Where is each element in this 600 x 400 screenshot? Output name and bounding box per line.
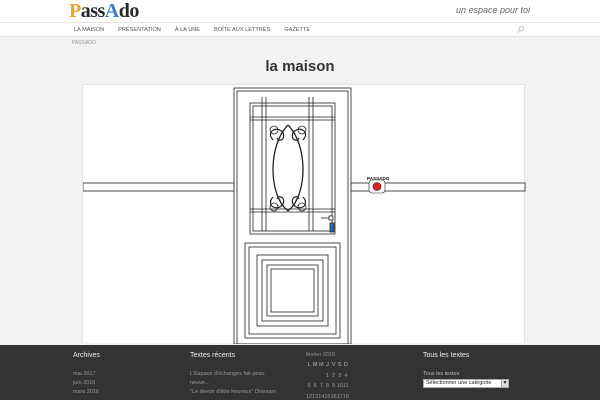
- recent-post-link[interactable]: L'Espace d'échanges fait peau: [190, 371, 265, 377]
- site-header: PassAdo un espace pour toi: [0, 0, 600, 22]
- logo-letter-a: A: [104, 0, 119, 22]
- category-select[interactable]: Sélectionner une catégorie ▼: [423, 379, 509, 388]
- calendar-week-row: 12 13 14 15 16 17 18: [306, 392, 349, 400]
- calendar-day: 11: [342, 383, 349, 390]
- calendar-caption: février 2018: [306, 352, 336, 358]
- archive-link[interactable]: mars 2016: [73, 389, 99, 395]
- calendar-header-row: L M M J V S D: [306, 360, 349, 371]
- calendar-week-row: 5 6 7 8 9 10 11: [306, 381, 349, 392]
- archives-title: Archives: [73, 352, 100, 359]
- calendar-day: 18: [342, 393, 349, 400]
- site-tagline: un espace pour toi: [455, 5, 530, 15]
- calendar-table: L M M J V S D 1 2 3 4 5 6 7 8 9 10 11 12…: [306, 360, 349, 400]
- logo-text-ass: ass: [80, 0, 106, 22]
- recent-post-link[interactable]: neuve…: [190, 380, 211, 386]
- site-footer: Archives mai 2017 juin 2016 mars 2016 Te…: [0, 345, 600, 400]
- breadcrumb[interactable]: PASSADO: [72, 40, 96, 46]
- doorbell-button: [368, 179, 386, 194]
- calendar-week-row: 1 2 3 4: [306, 371, 349, 382]
- chevron-down-icon: ▼: [501, 380, 508, 387]
- nav-menu: LA MAISON PRÉSENTATION À LA UNE BOÎTE AU…: [67, 23, 317, 37]
- archive-link[interactable]: juin 2016: [73, 380, 95, 386]
- house-illustration: PASSADO: [82, 84, 526, 344]
- site-logo[interactable]: PassAdo: [69, 0, 139, 22]
- logo-text-do: do: [118, 0, 140, 22]
- nav-item-boite-aux-lettres[interactable]: BOÎTE AUX LETTRES: [207, 23, 277, 37]
- categories-title: Tous les textes: [423, 352, 470, 359]
- categories-label: Tous les textes: [423, 371, 460, 377]
- nav-item-presentation[interactable]: PRÉSENTATION: [111, 23, 168, 37]
- door-frame: [233, 87, 352, 344]
- page-title: la maison: [265, 58, 335, 75]
- calendar-day-header: D: [343, 362, 348, 369]
- nav-item-gazette[interactable]: GAZETTE: [277, 23, 317, 37]
- door-drawing: [83, 87, 526, 344]
- nav-item-a-la-une[interactable]: À LA UNE: [168, 23, 207, 37]
- recent-post-link[interactable]: "Le devoir d'être heureux" Omraam: [190, 389, 276, 395]
- recent-posts-title: Textes récents: [190, 352, 236, 359]
- search-icon[interactable]: [516, 25, 525, 34]
- doorbell-label[interactable]: PASSADO: [367, 176, 389, 181]
- archive-link[interactable]: mai 2017: [73, 371, 96, 377]
- calendar-day: 4: [344, 372, 348, 379]
- nav-item-la-maison[interactable]: LA MAISON: [67, 23, 111, 37]
- logo-letter-p: P: [69, 0, 81, 22]
- main-navigation: LA MAISON PRÉSENTATION À LA UNE BOÎTE AU…: [0, 22, 600, 37]
- category-select-value: Sélectionner une catégorie: [426, 380, 492, 386]
